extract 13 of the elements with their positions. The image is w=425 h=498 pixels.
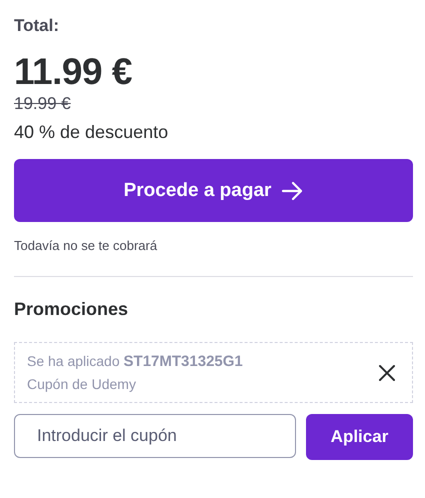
coupon-source: Cupón de Udemy (27, 376, 137, 392)
apply-button[interactable]: Aplicar (306, 414, 413, 460)
price: 11.99 € (14, 50, 133, 94)
applied-coupon-text: Se ha aplicado ST17MT31325G1 (27, 353, 243, 370)
close-icon[interactable] (378, 364, 396, 382)
section-title: Promociones (14, 299, 130, 320)
arrow-icon (281, 180, 304, 202)
discount-text: 40 % de descuento (14, 122, 170, 143)
charge-note: Todavía no se te cobrará (14, 238, 158, 253)
checkout-button[interactable]: Procede a pagar (14, 159, 413, 222)
coupon-input-field[interactable]: Introducir el cupón (14, 414, 296, 458)
total-label: Total: (14, 16, 60, 36)
original-price: 19.99 € (14, 94, 71, 113)
